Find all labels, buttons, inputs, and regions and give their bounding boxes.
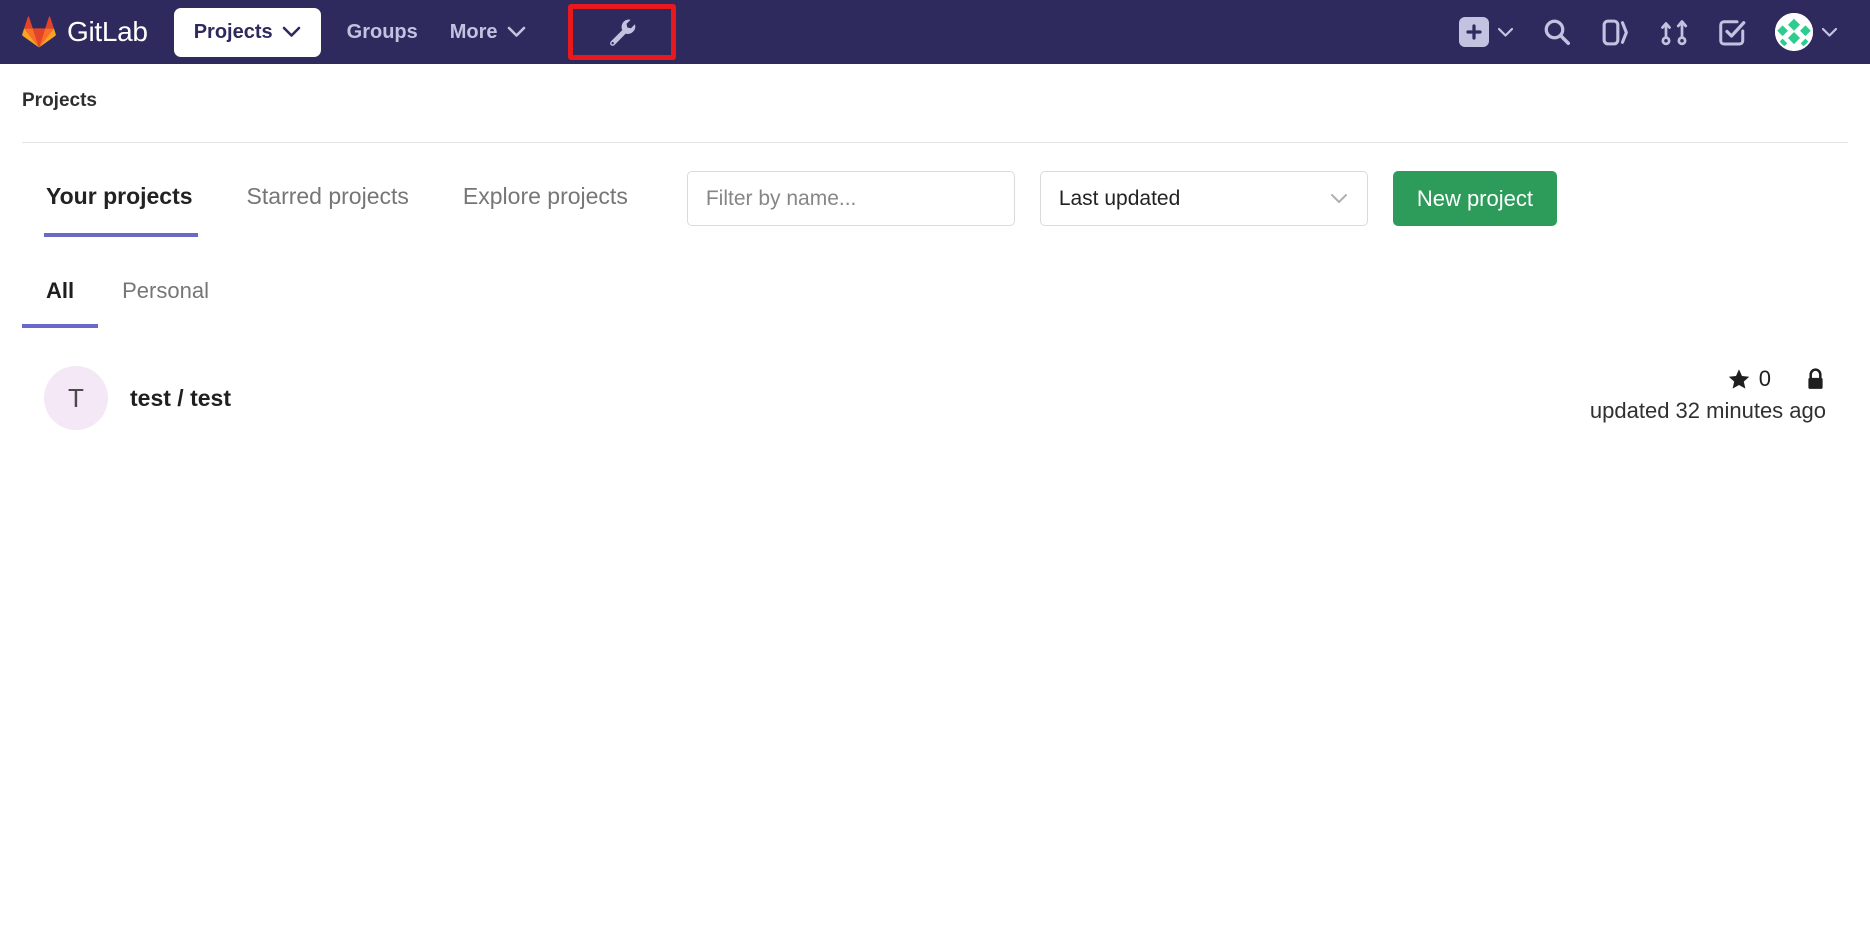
sort-dropdown[interactable]: Last updated [1039, 171, 1368, 226]
tab-explore-projects-label: Explore projects [462, 182, 628, 209]
gitlab-brand[interactable]: GitLab [22, 16, 148, 48]
projects-subtabs-row: All Personal [22, 248, 1848, 328]
search-button[interactable] [1542, 17, 1572, 47]
search-icon [1542, 17, 1572, 47]
navbar-menu: Projects Groups More [173, 0, 676, 64]
chevron-down-icon [282, 26, 301, 38]
new-project-button[interactable]: New project [1392, 171, 1557, 226]
chevron-down-icon [1497, 27, 1514, 38]
tab-starred-projects-label: Starred projects [246, 182, 409, 209]
star-count-group[interactable]: 0 [1727, 366, 1771, 392]
nav-item-admin-area[interactable] [567, 4, 676, 60]
todos-button[interactable] [1717, 17, 1747, 47]
star-icon [1727, 367, 1751, 391]
gitlab-brand-name: GitLab [67, 16, 148, 47]
project-avatar: T [44, 366, 108, 430]
tab-starred-projects[interactable]: Starred projects [220, 183, 436, 237]
project-updated-text: updated 32 minutes ago [1589, 398, 1826, 423]
table-row[interactable]: T test / test 0 updated 32 minutes ago [22, 356, 1848, 436]
todos-icon [1717, 17, 1747, 47]
tab-explore-projects[interactable]: Explore projects [436, 183, 655, 237]
issues-button[interactable] [1600, 17, 1631, 48]
star-count: 0 [1758, 366, 1771, 391]
subtabs-divider [44, 325, 1848, 327]
gitlab-tanuki-logo-icon [22, 16, 56, 48]
new-dropdown-button[interactable] [1459, 17, 1514, 47]
filter-by-name-input[interactable] [686, 171, 1015, 226]
subtab-all-label: All [46, 278, 75, 303]
nav-item-groups-label: Groups [346, 20, 418, 43]
subtab-all[interactable]: All [22, 278, 99, 328]
tab-your-projects-label: Your projects [46, 182, 193, 209]
page-title: Projects [22, 90, 97, 111]
chevron-down-icon [507, 26, 526, 38]
navbar-right-section [1459, 13, 1850, 51]
project-meta: 0 updated 32 minutes ago [1590, 366, 1848, 424]
project-identity: T test / test [22, 366, 231, 430]
user-menu-button[interactable] [1775, 13, 1838, 51]
nav-item-more-label: More [449, 20, 498, 43]
projects-toolbar: Last updated New project [686, 171, 1557, 248]
project-name-link[interactable]: test / test [130, 385, 231, 412]
avatar [1775, 13, 1813, 51]
chevron-down-icon [1329, 192, 1349, 205]
wrench-icon [606, 16, 638, 48]
projects-tabs: Your projects Starred projects Explore p… [22, 183, 655, 237]
lock-icon [1805, 367, 1826, 391]
issues-icon [1600, 17, 1631, 48]
nav-item-more[interactable]: More [434, 11, 542, 54]
project-list: T test / test 0 updated 32 minutes ago [22, 328, 1848, 436]
sort-dropdown-value: Last updated [1058, 186, 1181, 210]
projects-tabs-row: Your projects Starred projects Explore p… [22, 143, 1848, 248]
top-navbar: GitLab Projects Groups More [0, 0, 1870, 64]
page-content: Projects Your projects Starred projects … [0, 64, 1870, 436]
project-meta-icons: 0 [1727, 366, 1826, 392]
subtab-personal[interactable]: Personal [98, 278, 233, 328]
chevron-down-icon [1821, 27, 1838, 38]
subtab-personal-label: Personal [122, 278, 209, 303]
navbar-left-section: GitLab Projects Groups More [22, 0, 676, 64]
plus-icon [1459, 17, 1489, 47]
nav-item-groups[interactable]: Groups [331, 11, 434, 54]
merge-requests-button[interactable] [1659, 17, 1689, 47]
merge-requests-icon [1659, 17, 1689, 47]
nav-item-projects[interactable]: Projects [173, 7, 321, 57]
tab-your-projects[interactable]: Your projects [22, 183, 220, 237]
nav-item-projects-label: Projects [193, 20, 273, 43]
